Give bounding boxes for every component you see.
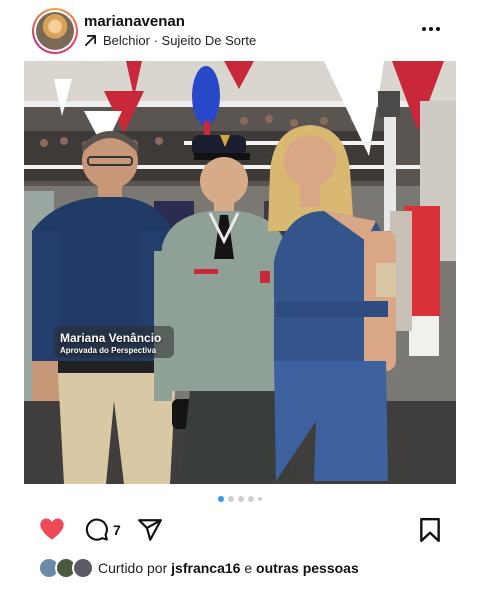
bookmark-icon[interactable]	[419, 517, 441, 543]
likes-joiner: e	[244, 560, 253, 576]
carousel-dot	[248, 496, 254, 502]
post-username[interactable]: marianavenan	[84, 13, 185, 30]
liker-avatar	[72, 557, 94, 579]
carousel-indicator	[0, 496, 480, 502]
post-header: marianavenan Belchior · Sujeito De Sorte	[0, 0, 480, 60]
likes-prefix: Curtido por	[98, 560, 168, 576]
liker-avatars	[38, 556, 96, 580]
post-image[interactable]: Mariana Venâncio Aprovada do Perspectiva	[24, 61, 456, 484]
likes-text: Curtido por jsfranca16 e outras pessoas	[98, 560, 359, 576]
music-link[interactable]: Belchior · Sujeito De Sorte	[84, 33, 256, 48]
action-bar: 7	[0, 515, 480, 545]
caption-subtitle: Aprovada do Perspectiva	[60, 346, 157, 355]
heart-icon[interactable]	[38, 515, 66, 543]
carousel-dot	[228, 496, 234, 502]
comment-count: 7	[113, 522, 121, 538]
photo-caption: Mariana Venâncio Aprovada do Perspectiva	[60, 331, 161, 355]
caption-name: Mariana Venâncio	[60, 331, 162, 345]
arrow-up-right-icon	[85, 35, 96, 46]
profile-avatar[interactable]	[32, 8, 78, 54]
likes-row[interactable]: Curtido por jsfranca16 e outras pessoas	[38, 556, 359, 580]
carousel-dot	[238, 496, 244, 502]
likes-others-link[interactable]: outras pessoas	[256, 560, 359, 576]
carousel-dot	[218, 496, 224, 502]
more-options-icon[interactable]	[420, 18, 442, 40]
liker-username[interactable]: jsfranca16	[171, 560, 240, 576]
music-label: Belchior · Sujeito De Sorte	[103, 33, 257, 48]
carousel-dot	[258, 497, 262, 501]
comment-icon[interactable]	[84, 517, 109, 542]
share-icon[interactable]	[137, 517, 163, 543]
